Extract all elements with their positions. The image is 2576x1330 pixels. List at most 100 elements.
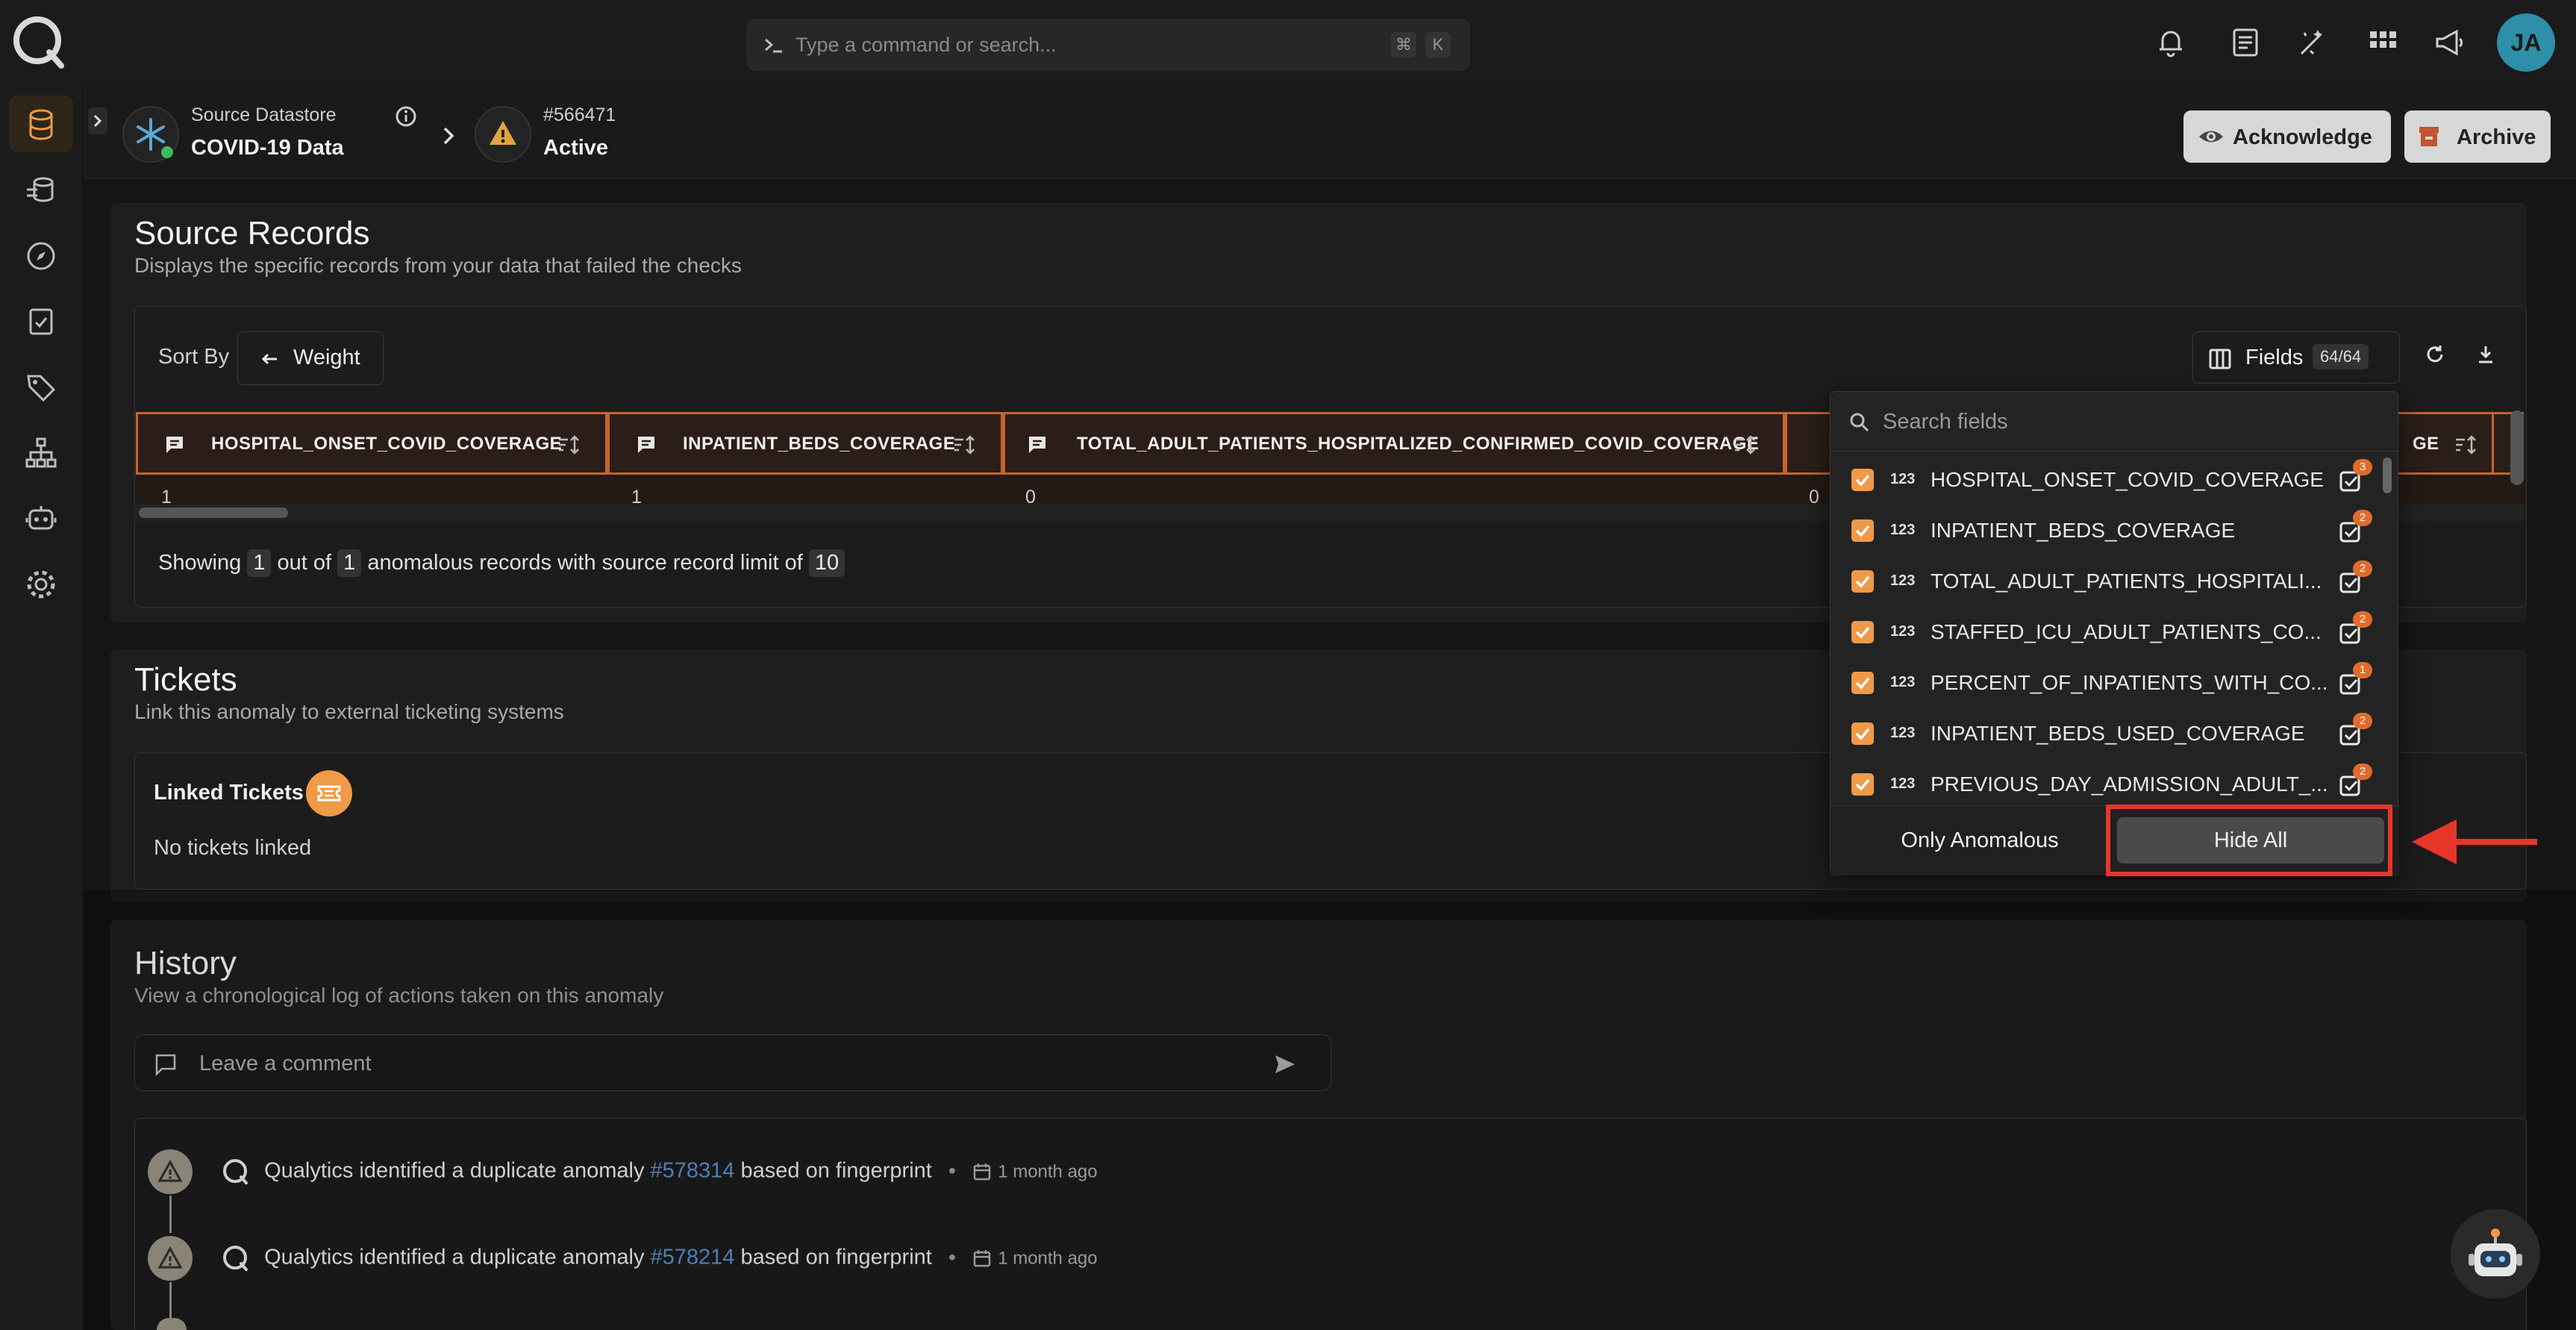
refresh-icon[interactable] — [2424, 343, 2446, 366]
calendar-icon — [972, 1249, 992, 1268]
hide-all-highlight-box — [2106, 805, 2392, 876]
field-checkbox[interactable] — [1851, 570, 1874, 593]
only-anomalous-button[interactable]: Only Anomalous — [1853, 816, 2107, 865]
checks-clipboard-icon[interactable] — [22, 303, 60, 340]
apps-grid-icon[interactable] — [2366, 25, 2400, 60]
acknowledge-button[interactable]: Acknowledge — [2183, 110, 2391, 163]
anomaly-status: Active — [543, 136, 609, 160]
qualytics-small-logo-icon — [221, 1157, 251, 1187]
history-title: History — [134, 945, 237, 981]
ticket-icon[interactable] — [306, 770, 352, 817]
tags-icon[interactable] — [22, 369, 60, 406]
no-tickets-text: No tickets linked — [154, 836, 312, 860]
datastores-database-icon[interactable] — [22, 106, 60, 143]
datastore-name[interactable]: COVID-19 Data — [191, 136, 344, 160]
calendar-icon — [972, 1162, 992, 1181]
field-checkbox[interactable] — [1851, 672, 1874, 694]
warning-anomaly-icon — [475, 106, 531, 163]
numeric-type-icon: 123 — [1890, 725, 1916, 741]
announcements-megaphone-icon[interactable] — [2433, 25, 2467, 60]
field-row[interactable]: 123 INPATIENT_BEDS_USED_COVERAGE 2 — [1831, 708, 2383, 759]
checks-count-badge: 1 — [2353, 662, 2372, 678]
checks-count-badge: 3 — [2353, 459, 2372, 475]
field-row[interactable]: 123 HOSPITAL_ONSET_COVID_COVERAGE 3 — [1831, 455, 2383, 505]
column-header[interactable]: HOSPITAL_ONSET_COVID_COVERAGE — [136, 412, 607, 475]
history-subtitle: View a chronological log of actions take… — [134, 984, 664, 1007]
fields-dropdown: Search fields 123 HOSPITAL_ONSET_COVID_C… — [1830, 391, 2399, 875]
send-icon[interactable] — [1272, 1052, 1298, 1077]
numeric-type-icon: 123 — [1890, 775, 1916, 792]
notifications-bell-icon[interactable] — [2154, 25, 2188, 60]
snowflake-datastore-icon — [122, 106, 179, 163]
column-header[interactable]: INPATIENT_BEDS_COVERAGE — [607, 412, 1003, 475]
assistant-bot-button[interactable] — [2451, 1209, 2540, 1299]
field-checkbox[interactable] — [1851, 722, 1874, 745]
terminal-prompt-icon — [763, 34, 785, 56]
command-search-bar[interactable]: Type a command or search... ⌘ K — [746, 19, 1470, 71]
linked-tickets-label: Linked Tickets — [154, 781, 304, 805]
pointer-arrow-icon — [2410, 812, 2545, 872]
checks-count-badge: 2 — [2353, 611, 2372, 628]
field-checkbox[interactable] — [1851, 469, 1874, 491]
wand-sparkle-icon[interactable] — [2295, 25, 2330, 60]
timeline-connector — [169, 1282, 172, 1320]
vertical-scrollbar-thumb[interactable] — [2510, 410, 2524, 485]
sort-column-icon[interactable] — [951, 434, 977, 456]
numeric-type-icon: 123 — [1890, 572, 1916, 589]
anomaly-link[interactable]: #578214 — [651, 1246, 735, 1270]
field-checkbox[interactable] — [1851, 621, 1874, 643]
history-entry: Qualytics identified a duplicate anomaly… — [221, 1243, 1098, 1273]
anomaly-link[interactable]: #578314 — [651, 1159, 735, 1183]
sort-weight-button[interactable]: Weight — [237, 331, 384, 385]
field-row[interactable]: 123 PERCENT_OF_INPATIENTS_WITH_CO... 1 — [1831, 658, 2383, 708]
field-row[interactable]: 123 INPATIENT_BEDS_COVERAGE 2 — [1831, 505, 2383, 556]
field-row[interactable]: 123 STAFFED_ICU_ADULT_PATIENTS_CO... 2 — [1831, 607, 2383, 658]
column-header[interactable]: TOTAL_ADULT_PATIENTS_HOSPITALIZED_CONFIR… — [1003, 412, 1785, 475]
data-flows-icon[interactable] — [22, 172, 60, 209]
archive-button[interactable]: Archive — [2404, 110, 2551, 163]
user-avatar[interactable]: JA — [2497, 13, 2555, 72]
horizontal-scrollbar-thumb[interactable] — [139, 508, 288, 518]
comment-icon — [1026, 434, 1048, 456]
comment-input[interactable]: Leave a comment — [134, 1034, 1331, 1091]
field-row[interactable]: 123 PREVIOUS_DAY_ADMISSION_ADULT_... 2 — [1831, 759, 2383, 810]
field-checkbox[interactable] — [1851, 773, 1874, 796]
explore-compass-icon[interactable] — [22, 237, 60, 275]
settings-gear-icon[interactable] — [22, 566, 60, 603]
field-search-input[interactable]: Search fields — [1831, 392, 2399, 452]
document-icon[interactable] — [2228, 25, 2263, 60]
sort-column-icon[interactable] — [556, 434, 581, 456]
field-checkbox[interactable] — [1851, 519, 1874, 542]
agent-robot-icon[interactable] — [22, 500, 60, 537]
download-icon[interactable] — [2475, 343, 2497, 366]
numeric-type-icon: 123 — [1890, 623, 1916, 640]
tickets-title: Tickets — [134, 661, 237, 698]
shortcut-k-key: K — [1425, 32, 1451, 57]
sort-column-icon[interactable] — [1732, 434, 1757, 456]
expand-sidebar-chevron-icon[interactable] — [88, 107, 107, 134]
numeric-type-icon: 123 — [1890, 522, 1916, 538]
history-timeline-panel — [134, 1118, 2527, 1330]
hierarchy-icon[interactable] — [22, 434, 60, 472]
record-limit: 10 — [808, 549, 845, 577]
qualytics-logo-icon[interactable] — [10, 13, 67, 70]
history-warning-icon — [148, 1149, 193, 1194]
records-summary: Showing 1 out of 1 anomalous records wit… — [158, 549, 845, 577]
chat-bubble-icon — [153, 1052, 178, 1077]
fields-count-badge: 64/64 — [2313, 344, 2369, 369]
numeric-type-icon: 123 — [1890, 471, 1916, 487]
source-records-subtitle: Displays the specific records from your … — [134, 254, 742, 277]
fields-toggle-button[interactable]: Fields 64/64 — [2192, 331, 2400, 384]
info-icon[interactable] — [394, 104, 418, 128]
numeric-type-icon: 123 — [1890, 674, 1916, 690]
field-row[interactable]: 123 TOTAL_ADULT_PATIENTS_HOSPITALI... 2 — [1831, 556, 2383, 607]
dropdown-scrollbar-thumb[interactable] — [2383, 458, 2392, 493]
history-entry: Qualytics identified a duplicate anomaly… — [221, 1157, 1098, 1187]
checks-count-badge: 2 — [2353, 713, 2372, 729]
command-search-placeholder: Type a command or search... — [795, 34, 1057, 56]
sort-column-icon[interactable] — [2453, 434, 2478, 456]
archive-box-icon — [2416, 124, 2442, 149]
anomaly-id: #566471 — [543, 104, 616, 125]
columns-icon — [2208, 347, 2232, 371]
breadcrumb-chevron-icon — [439, 124, 458, 148]
